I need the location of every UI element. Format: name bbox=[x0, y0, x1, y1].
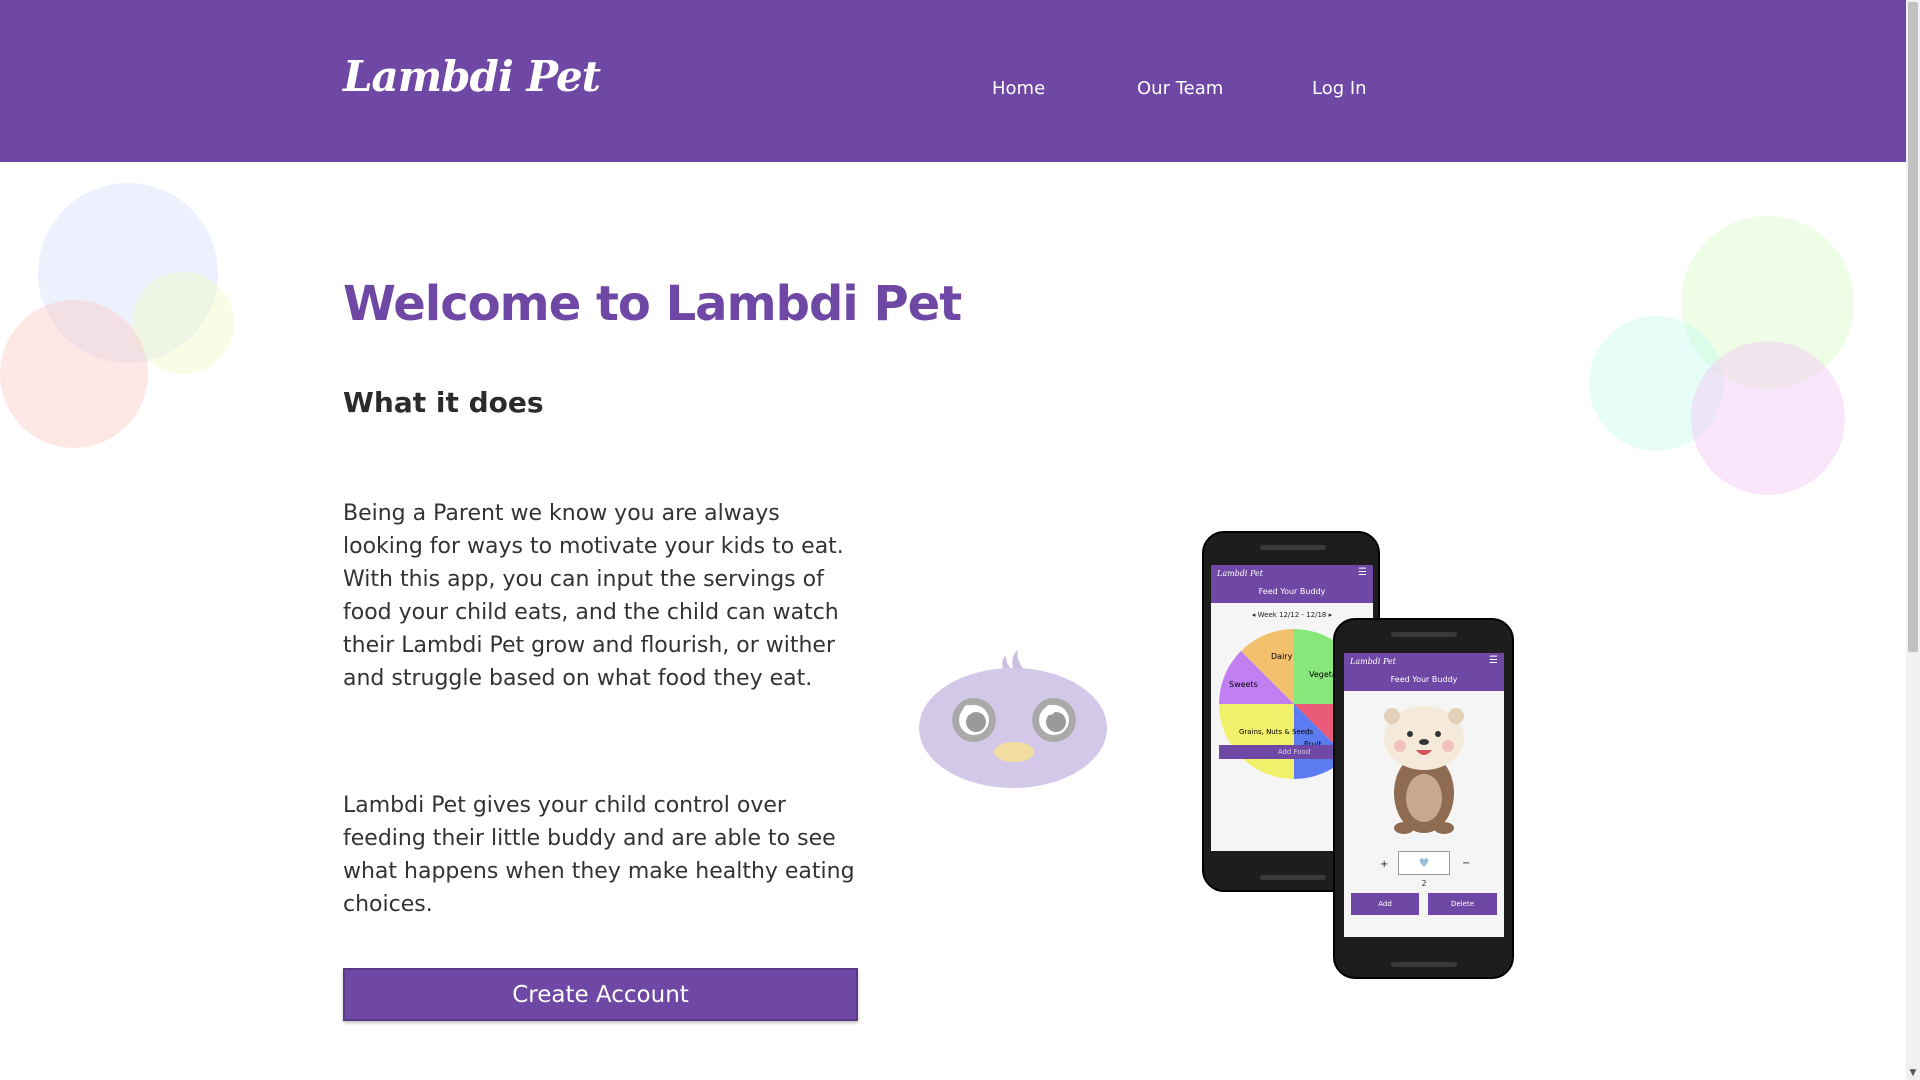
phone-speaker bbox=[1391, 632, 1457, 637]
quantity-stepper: + ♥ − bbox=[1344, 851, 1504, 879]
chick-mascot-image bbox=[918, 636, 1108, 794]
pie-label-dairy: Dairy bbox=[1271, 652, 1293, 661]
app-screen-title: Feed Your Buddy bbox=[1258, 587, 1326, 596]
app-bar: Lambdi Pet ☰ Feed Your Buddy bbox=[1344, 653, 1504, 691]
intro-paragraph: Being a Parent we know you are always lo… bbox=[343, 501, 844, 691]
app-bar: Lambdi Pet ☰ Feed Your Buddy bbox=[1211, 565, 1373, 603]
pie-label-sweets: Sweets bbox=[1229, 680, 1258, 689]
phone-speaker bbox=[1260, 545, 1326, 550]
scroll-down-arrow-icon[interactable]: ▼ bbox=[1906, 1066, 1920, 1080]
app-screen-title: Feed Your Buddy bbox=[1390, 675, 1458, 684]
site-header: Lambdi Pet Home Our Team Log In bbox=[0, 0, 1906, 162]
feature-paragraph: Lambdi Pet gives your child control over… bbox=[343, 793, 855, 917]
add-button: Add bbox=[1351, 893, 1419, 915]
food-item-box: ♥ bbox=[1398, 851, 1450, 875]
minus-icon: − bbox=[1462, 858, 1471, 869]
decorative-bubble bbox=[132, 272, 234, 374]
week-range: Week 12/12 - 12/18 bbox=[1257, 611, 1327, 619]
phone-screen: Lambdi Pet ☰ Feed Your Buddy + ♥ − 2 Add… bbox=[1344, 653, 1504, 937]
page-title: Welcome to Lambdi Pet bbox=[343, 276, 962, 332]
scrollbar-thumb[interactable] bbox=[1908, 2, 1918, 652]
nav-log-in-link[interactable]: Log In bbox=[1312, 78, 1367, 99]
pie-label-grains: Grains, Nuts & Seeds bbox=[1239, 728, 1314, 736]
phone-bottom-speaker bbox=[1391, 962, 1457, 967]
page-scrollbar[interactable]: ▼ bbox=[1906, 0, 1920, 1080]
hamburger-menu-icon: ☰ bbox=[1358, 567, 1367, 578]
main-nav: Home Our Team Log In bbox=[0, 78, 1906, 102]
phone-bottom-speaker bbox=[1260, 875, 1326, 880]
nav-home-link[interactable]: Home bbox=[992, 78, 1045, 99]
section-subtitle: What it does bbox=[343, 386, 544, 419]
app-logo: Lambdi Pet bbox=[1217, 569, 1263, 578]
delete-button: Delete bbox=[1428, 893, 1497, 915]
app-logo: Lambdi Pet bbox=[1350, 657, 1396, 666]
decorative-bubble bbox=[1691, 341, 1845, 495]
action-buttons: Add Delete bbox=[1351, 893, 1497, 915]
plus-icon: + bbox=[1380, 859, 1389, 870]
decorative-bubble bbox=[0, 300, 148, 448]
create-account-button[interactable]: Create Account bbox=[343, 968, 858, 1021]
hamburger-menu-icon: ☰ bbox=[1489, 655, 1498, 666]
stepper-count: 2 bbox=[1421, 879, 1427, 888]
nav-our-team-link[interactable]: Our Team bbox=[1137, 78, 1223, 99]
otter-pet-image bbox=[1374, 698, 1474, 847]
phone-mockup-feed: Lambdi Pet ☰ Feed Your Buddy + ♥ − 2 Add… bbox=[1333, 618, 1514, 979]
